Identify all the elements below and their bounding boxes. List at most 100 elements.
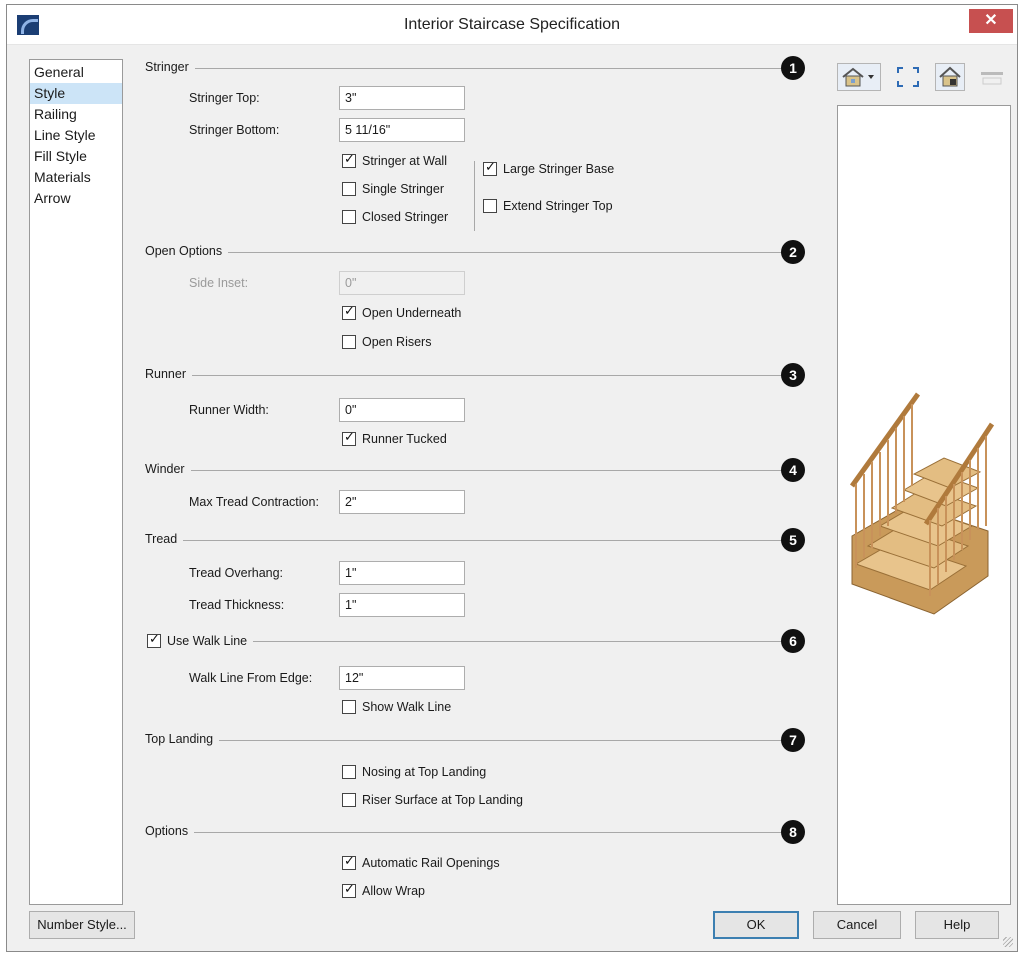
runner-width-input[interactable]: 0" — [339, 398, 465, 422]
checkbox-label: Stringer at Wall — [362, 154, 447, 168]
stringer-top-input[interactable]: 3" — [339, 86, 465, 110]
checkbox-label: Use Walk Line — [167, 634, 248, 648]
checkbox-label: Show Walk Line — [362, 700, 452, 714]
callout-badge-8: 8 — [781, 820, 805, 844]
stringer-top-label: Stringer Top: — [189, 91, 260, 105]
checkbox-box — [483, 160, 497, 176]
section-title-runner: Runner — [145, 367, 192, 381]
single-stringer-checkbox[interactable]: Single Stringer — [342, 181, 444, 197]
checkbox-box — [342, 430, 356, 446]
checkbox-box — [342, 854, 356, 870]
number-style-button[interactable]: Number Style... — [29, 911, 135, 939]
walk-line-from-edge-label: Walk Line From Edge: — [189, 671, 313, 685]
callout-badge-6: 6 — [781, 629, 805, 653]
checkbox-box — [342, 765, 356, 779]
dialog-window: Interior Staircase Specification ✕ Gener… — [6, 4, 1018, 952]
staircase-preview — [837, 105, 1011, 905]
show-walk-line-checkbox[interactable]: Show Walk Line — [342, 699, 451, 715]
large-stringer-base-checkbox[interactable]: Large Stringer Base — [483, 160, 615, 177]
section-title-tread: Tread — [145, 532, 184, 546]
checkbox-label: Closed Stringer — [362, 210, 449, 224]
open-underneath-checkbox[interactable]: Open Underneath — [342, 304, 462, 321]
dialog-title: Interior Staircase Specification — [403, 16, 621, 33]
side-inset-input: 0" — [339, 271, 465, 295]
section-title-winder: Winder — [145, 462, 191, 476]
fill-window-icon[interactable] — [893, 63, 923, 91]
checkbox-box — [342, 700, 356, 714]
tread-thickness-label: Tread Thickness: — [189, 598, 285, 612]
closed-stringer-checkbox[interactable]: Closed Stringer — [342, 209, 448, 225]
max-tread-contraction-input[interactable]: 2" — [339, 490, 465, 514]
nav-item-railing[interactable]: Railing — [30, 104, 122, 125]
section-title-options: Options — [145, 824, 195, 838]
tread-overhang-input[interactable]: 1" — [339, 561, 465, 585]
checkbox-label: Riser Surface at Top Landing — [362, 793, 523, 807]
nav-item-line-style[interactable]: Line Style — [30, 125, 122, 146]
nav-item-fill-style[interactable]: Fill Style — [30, 146, 122, 167]
use-walk-line-checkbox[interactable]: Use Walk Line — [147, 632, 254, 649]
checkbox-label: Extend Stringer Top — [503, 199, 613, 213]
checkbox-box — [342, 152, 356, 168]
automatic-rail-openings-checkbox[interactable]: Automatic Rail Openings — [342, 854, 500, 871]
open-options-rule — [147, 252, 801, 253]
max-tread-contraction-label: Max Tread Contraction: — [189, 495, 319, 509]
checkbox-label: Allow Wrap — [362, 884, 425, 898]
checkbox-box — [342, 335, 356, 349]
checkbox-label: Automatic Rail Openings — [362, 856, 500, 870]
stringer-at-wall-checkbox[interactable]: Stringer at Wall — [342, 152, 447, 169]
stringer-divider — [474, 161, 475, 231]
extend-stringer-top-checkbox[interactable]: Extend Stringer Top — [483, 198, 613, 214]
tread-overhang-label: Tread Overhang: — [189, 566, 284, 580]
color-preview-icon[interactable] — [935, 63, 965, 91]
checkbox-box — [342, 210, 356, 224]
stringer-bottom-label: Stringer Bottom: — [189, 123, 280, 137]
checkbox-label: Single Stringer — [362, 182, 444, 196]
callout-badge-1: 1 — [781, 56, 805, 80]
winder-rule — [147, 470, 801, 471]
checkbox-label: Runner Tucked — [362, 432, 447, 446]
callout-badge-3: 3 — [781, 363, 805, 387]
runner-width-label: Runner Width: — [189, 403, 269, 417]
stringer-bottom-input[interactable]: 5 11/16" — [339, 118, 465, 142]
top-landing-rule — [147, 740, 801, 741]
cancel-button[interactable]: Cancel — [813, 911, 901, 939]
tread-thickness-input[interactable]: 1" — [339, 593, 465, 617]
checkbox-box — [342, 882, 356, 898]
resize-grip[interactable] — [1003, 937, 1013, 947]
riser-surface-checkbox[interactable]: Riser Surface at Top Landing — [342, 792, 523, 808]
view-render-icon[interactable] — [837, 63, 881, 91]
runner-tucked-checkbox[interactable]: Runner Tucked — [342, 430, 447, 447]
walk-line-from-edge-input[interactable]: 12" — [339, 666, 465, 690]
checkbox-box — [342, 182, 356, 196]
checkbox-box — [147, 632, 161, 648]
callout-badge-2: 2 — [781, 240, 805, 264]
help-button[interactable]: Help — [915, 911, 999, 939]
nav-item-general[interactable]: General — [30, 62, 122, 83]
checkbox-box — [483, 199, 497, 213]
callout-badge-7: 7 — [781, 728, 805, 752]
disabled-tool-icon — [977, 63, 1007, 91]
stringer-rule — [147, 68, 801, 69]
nosing-at-top-landing-checkbox[interactable]: Nosing at Top Landing — [342, 764, 486, 780]
nav-item-materials[interactable]: Materials — [30, 167, 122, 188]
checkbox-label: Open Underneath — [362, 306, 462, 320]
title-bar: Interior Staircase Specification ✕ — [7, 5, 1017, 45]
options-rule — [147, 832, 801, 833]
checkbox-box — [342, 793, 356, 807]
staircase-3d-icon — [849, 392, 995, 615]
checkbox-label: Large Stringer Base — [503, 162, 615, 176]
nav-item-style[interactable]: Style — [30, 83, 122, 104]
side-inset-label: Side Inset: — [189, 276, 249, 290]
callout-badge-4: 4 — [781, 458, 805, 482]
ok-button[interactable]: OK — [713, 911, 799, 939]
allow-wrap-checkbox[interactable]: Allow Wrap — [342, 882, 425, 899]
checkbox-box — [342, 304, 356, 320]
open-risers-checkbox[interactable]: Open Risers — [342, 334, 431, 350]
nav-item-arrow[interactable]: Arrow — [30, 188, 122, 209]
section-title-stringer: Stringer — [145, 60, 195, 74]
checkbox-label: Nosing at Top Landing — [362, 765, 487, 779]
tread-rule — [147, 540, 801, 541]
checkbox-label: Open Risers — [362, 335, 432, 349]
callout-badge-5: 5 — [781, 528, 805, 552]
close-button[interactable]: ✕ — [969, 9, 1013, 33]
